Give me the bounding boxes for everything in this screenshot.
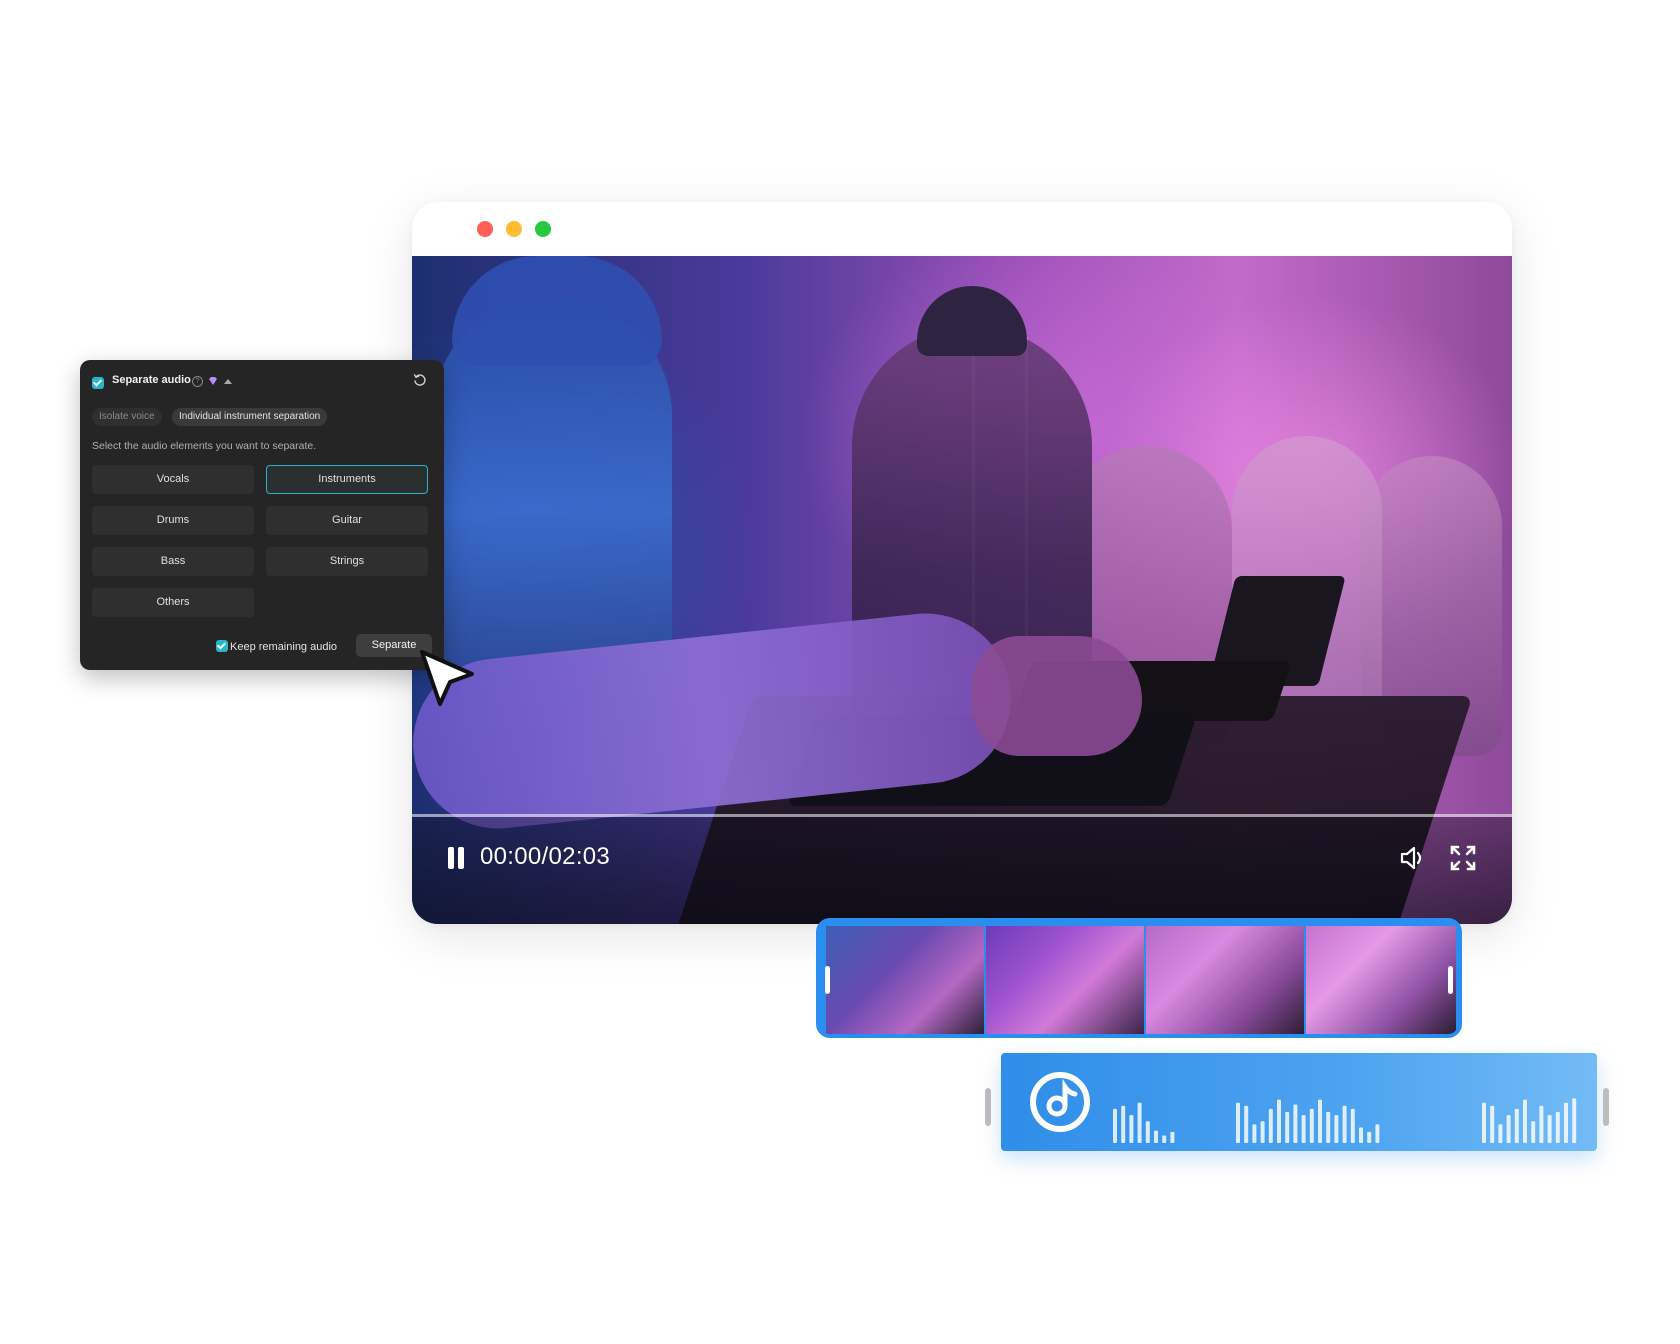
minimize-window-button[interactable] bbox=[506, 221, 522, 237]
waveform-bar bbox=[1342, 1105, 1347, 1143]
waveform-bar bbox=[1293, 1104, 1298, 1143]
scene-hand bbox=[972, 636, 1142, 756]
waveform-bar bbox=[1482, 1102, 1486, 1143]
clip-thumbnail bbox=[1306, 926, 1456, 1034]
waveform-bar bbox=[1350, 1108, 1355, 1143]
option-bass[interactable]: Bass bbox=[92, 547, 254, 576]
waveform-bar bbox=[1490, 1105, 1495, 1143]
mouse-pointer-icon bbox=[420, 650, 474, 706]
player-controls: 00:00/02:03 bbox=[412, 817, 1512, 924]
clip-trim-handle-right[interactable] bbox=[1448, 966, 1453, 994]
audio-trim-handle-left[interactable] bbox=[985, 1088, 991, 1126]
tab-individual-instrument-separation[interactable]: Individual instrument separation bbox=[172, 408, 328, 426]
waveform-bar bbox=[1539, 1105, 1544, 1143]
clip-thumbnail bbox=[826, 926, 984, 1034]
separate-audio-panel: Separate audio ? Isolate voice Individua… bbox=[80, 360, 444, 670]
waveform-bar bbox=[1113, 1108, 1117, 1143]
waveform-bar bbox=[1498, 1124, 1503, 1143]
option-guitar[interactable]: Guitar bbox=[266, 506, 428, 535]
waveform-bar bbox=[1145, 1121, 1150, 1143]
tab-isolate-voice[interactable]: Isolate voice bbox=[92, 408, 162, 426]
waveform-bar bbox=[1285, 1112, 1290, 1143]
option-instruments[interactable]: Instruments bbox=[266, 465, 428, 494]
waveform-bar bbox=[1375, 1124, 1380, 1143]
audio-track[interactable] bbox=[1001, 1053, 1597, 1151]
waveform-bar bbox=[1129, 1115, 1134, 1143]
video-clip-track[interactable] bbox=[816, 918, 1462, 1038]
waveform-bar bbox=[1162, 1135, 1167, 1143]
waveform-bar bbox=[1555, 1112, 1560, 1143]
waveform-bar bbox=[1531, 1121, 1536, 1143]
waveform-bar bbox=[1506, 1115, 1511, 1143]
premium-gem-icon bbox=[209, 377, 217, 385]
waveform-bar bbox=[1359, 1127, 1363, 1143]
waveform-bar bbox=[1318, 1099, 1322, 1143]
waveform-bar bbox=[1244, 1105, 1249, 1143]
pause-icon[interactable] bbox=[444, 845, 468, 871]
audio-trim-handle-right[interactable] bbox=[1603, 1088, 1609, 1126]
option-others[interactable]: Others bbox=[92, 588, 254, 617]
waveform-bar bbox=[1236, 1102, 1240, 1143]
audio-waveform bbox=[1113, 1098, 1577, 1143]
waveform-bar bbox=[1572, 1098, 1577, 1143]
waveform-bar bbox=[1170, 1131, 1175, 1143]
video-preview[interactable]: 00:00/02:03 bbox=[412, 256, 1512, 924]
waveform-bar bbox=[1260, 1121, 1265, 1143]
collapse-caret-icon[interactable] bbox=[224, 379, 232, 384]
waveform-bar bbox=[1268, 1108, 1273, 1143]
timecode: 00:00/02:03 bbox=[480, 843, 611, 870]
waveform-bar bbox=[1334, 1115, 1339, 1143]
waveform-bar bbox=[1514, 1108, 1519, 1143]
option-drums[interactable]: Drums bbox=[92, 506, 254, 535]
waveform-bar bbox=[1154, 1130, 1158, 1143]
video-window: 00:00/02:03 bbox=[412, 202, 1512, 924]
volume-icon[interactable] bbox=[1398, 843, 1428, 873]
waveform-bar bbox=[1121, 1105, 1126, 1143]
option-strings[interactable]: Strings bbox=[266, 547, 428, 576]
panel-hint: Select the audio elements you want to se… bbox=[92, 440, 317, 452]
keep-remaining-audio-checkbox[interactable] bbox=[216, 640, 228, 652]
separate-audio-checkbox[interactable] bbox=[92, 377, 104, 389]
waveform-bar bbox=[1367, 1131, 1372, 1143]
maximize-window-button[interactable] bbox=[535, 221, 551, 237]
close-window-button[interactable] bbox=[477, 221, 493, 237]
clip-trim-handle-left[interactable] bbox=[825, 966, 830, 994]
keep-remaining-audio-label: Keep remaining audio bbox=[230, 641, 338, 653]
reset-icon[interactable] bbox=[413, 373, 427, 387]
clip-thumbnail bbox=[986, 926, 1144, 1034]
waveform-bar bbox=[1301, 1115, 1306, 1143]
option-vocals[interactable]: Vocals bbox=[92, 465, 254, 494]
music-note-icon bbox=[1030, 1072, 1090, 1132]
waveform-bar bbox=[1523, 1099, 1527, 1143]
waveform-bar bbox=[1547, 1115, 1552, 1143]
waveform-bar bbox=[1252, 1124, 1257, 1143]
panel-title: Separate audio bbox=[112, 374, 191, 386]
fullscreen-icon[interactable] bbox=[1448, 843, 1478, 873]
waveform-bar bbox=[1309, 1108, 1314, 1143]
window-titlebar bbox=[412, 202, 1512, 256]
waveform-bar bbox=[1137, 1102, 1142, 1143]
scene-cap bbox=[452, 256, 662, 366]
clip-thumbnail bbox=[1146, 926, 1304, 1034]
info-icon[interactable]: ? bbox=[192, 376, 203, 387]
scene-dj-hat bbox=[917, 286, 1027, 356]
waveform-bar bbox=[1564, 1102, 1568, 1143]
waveform-bar bbox=[1277, 1099, 1281, 1143]
waveform-bar bbox=[1326, 1112, 1331, 1143]
